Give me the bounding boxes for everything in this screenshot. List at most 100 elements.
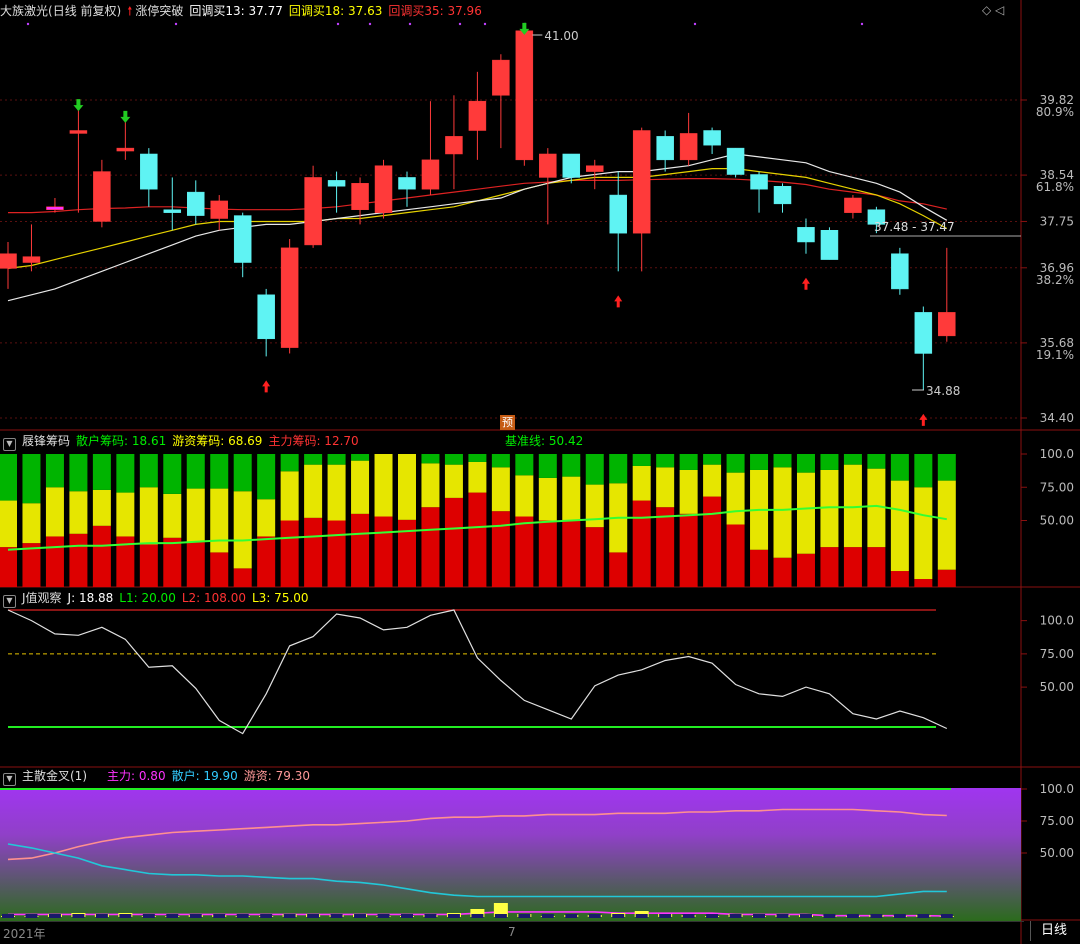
- chip-bar-main: [327, 520, 346, 587]
- chip-bar-retail: [421, 454, 440, 464]
- cross-base-mark: [236, 914, 249, 918]
- cross-base-mark: [2, 914, 14, 918]
- chip-bar-hot: [116, 492, 135, 537]
- year-label: 2021年: [3, 927, 46, 941]
- candle-body: [280, 247, 299, 348]
- chip-bar-main: [726, 524, 745, 587]
- chip-bar-hot: [233, 491, 252, 569]
- candle-body: [304, 177, 322, 246]
- cross-base-mark: [940, 914, 953, 918]
- candle-body: [327, 180, 346, 187]
- chip-bar-retail: [139, 454, 158, 488]
- j-tick-label: 100.0: [1040, 614, 1074, 628]
- chip-bar-retail: [585, 454, 604, 485]
- price-tick-label: 37.75: [1040, 214, 1074, 228]
- candle-body: [421, 159, 440, 190]
- j-header: ▼ J值观察 J: 18.88 L1: 20.00 L2: 108.00 L3: 75.0…: [0, 589, 315, 608]
- chart-mode: (日线 前复权): [48, 4, 122, 18]
- chip-bar-main: [585, 527, 604, 587]
- cross-base-mark: [706, 914, 719, 918]
- chip-main-label: 主力筹码: 12.70: [268, 434, 359, 448]
- cross-base-mark: [447, 914, 460, 918]
- cross-base-mark: [48, 914, 61, 918]
- cross-tick-label: 75.00: [1040, 814, 1074, 828]
- chip-bar-hot: [280, 471, 299, 521]
- chip-bar-main: [796, 553, 815, 587]
- chip-bar-hot: [444, 464, 463, 498]
- candle-body: [632, 130, 651, 234]
- marker-dot: [860, 22, 864, 26]
- main-header: 大族激光(日线 前复权) 🠕 涨停突破 回调买13: 37.77 回调买18: 37.6…: [0, 2, 488, 20]
- price-tick-label: 34.40: [1040, 411, 1074, 425]
- cross-base-mark: [283, 914, 296, 918]
- candle-body: [938, 312, 956, 337]
- chip-bar-hot: [632, 465, 651, 501]
- candle-body: [539, 153, 557, 178]
- chip-bar-main: [679, 513, 698, 587]
- chip-bar-retail: [304, 454, 323, 465]
- cross-base-mark: [400, 914, 413, 918]
- collapse-icon[interactable]: ▼: [3, 438, 16, 451]
- chip-bar-retail: [45, 454, 64, 488]
- cross-base-mark: [377, 914, 390, 918]
- chip-tick-label: 50.00: [1040, 514, 1074, 528]
- cross-base-mark: [565, 914, 578, 918]
- high-annotation: 41.00: [544, 29, 578, 43]
- candle-body: [726, 147, 745, 175]
- l2-label: L2: 108.00: [181, 591, 246, 605]
- candle-body: [562, 153, 581, 178]
- chip-bar-hot: [421, 463, 440, 508]
- chip-bar-hot: [515, 475, 534, 517]
- chip-tick-label: 75.00: [1040, 480, 1074, 494]
- cross-panel-background: [0, 788, 1021, 921]
- j-value-label: J: 18.88: [67, 591, 114, 605]
- collapse-icon[interactable]: ▼: [3, 773, 16, 786]
- candle-body: [586, 165, 604, 172]
- cross-base-mark: [189, 914, 202, 918]
- chip-bar-hot: [304, 464, 323, 518]
- candle-body: [93, 171, 111, 222]
- chip-bar-retail: [867, 454, 886, 469]
- cross-base-mark: [588, 914, 601, 918]
- chip-tick-label: 100.0: [1040, 447, 1074, 461]
- date-bar: 2021年 7: [0, 921, 1024, 944]
- chip-bar-retail: [562, 454, 581, 477]
- chip-bar-main: [562, 520, 581, 587]
- chip-bar-hot: [0, 500, 17, 548]
- chip-bar-main: [843, 547, 862, 587]
- chip-bar-retail: [914, 454, 933, 488]
- j-panel-title: J值观察: [22, 591, 62, 605]
- chip-bar-main: [69, 533, 88, 587]
- chip-bar-retail: [163, 454, 182, 494]
- chip-bar-hot: [890, 480, 909, 572]
- cross-base-mark: [142, 914, 155, 918]
- cross-base-mark: [917, 914, 930, 918]
- chip-bar-main: [937, 569, 956, 587]
- candle-body: [140, 153, 158, 190]
- up-arrow-icon: [262, 380, 271, 393]
- chip-bar-retail: [820, 454, 839, 470]
- collapse-icon[interactable]: ▼: [3, 595, 16, 608]
- chip-bar-main: [867, 547, 886, 587]
- cross-base-mark: [612, 914, 625, 918]
- cross-base-mark: [846, 914, 859, 918]
- candle-body: [773, 185, 792, 205]
- corner-icons[interactable]: ◇ ◁: [982, 3, 1004, 17]
- candle-body: [374, 165, 393, 213]
- cross-base-mark: [213, 914, 226, 918]
- chip-bar-hot: [679, 469, 698, 514]
- chip-bar-main: [538, 520, 557, 587]
- cross-panel-title: 主散金叉(1): [22, 769, 87, 783]
- chip-bar-retail: [22, 454, 41, 504]
- chip-bar-main: [233, 568, 252, 587]
- candle-body: [46, 206, 64, 210]
- chip-bar-main: [609, 552, 628, 587]
- chip-bar-retail: [116, 454, 135, 493]
- chip-bar-retail: [937, 454, 956, 481]
- candle-body: [351, 183, 369, 210]
- tab-daily[interactable]: 日线: [1030, 921, 1077, 941]
- chip-bar-hot: [562, 476, 581, 521]
- cross-base-mark: [635, 914, 648, 918]
- chip-bar-main: [820, 547, 839, 587]
- chip-bar-hot: [491, 467, 510, 512]
